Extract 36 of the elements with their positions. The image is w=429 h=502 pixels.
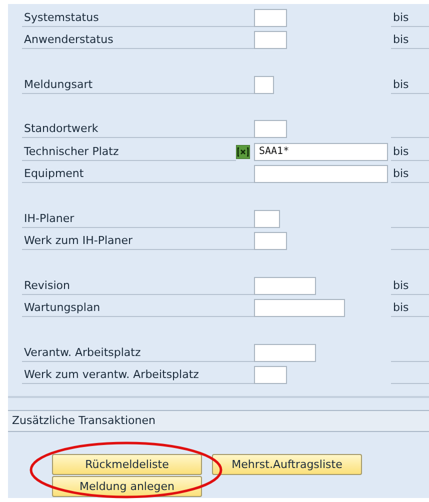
range-label: bis	[391, 78, 429, 94]
field-label: Verantw. Arbeitsplatz	[22, 346, 254, 362]
range-label: bis	[391, 301, 429, 317]
action-button[interactable]: Meldung anlegen	[52, 476, 202, 497]
range-label: bis	[391, 167, 429, 183]
input-field[interactable]	[254, 8, 287, 26]
field-label: Technischer Platz	[22, 144, 236, 160]
input-field[interactable]	[254, 76, 274, 94]
input-field[interactable]	[254, 344, 316, 362]
multiple-selection-icon[interactable]	[236, 144, 250, 158]
range-label: bis	[391, 144, 429, 160]
input-field[interactable]: SAA1*	[254, 142, 388, 160]
section-header: Zusätzliche Transaktionen	[8, 410, 429, 432]
field-label: Wartungsplan	[22, 301, 254, 317]
field-label: Werk zum IH-Planer	[22, 234, 254, 250]
field-label: Equipment	[22, 167, 254, 183]
field-label: Revision	[22, 278, 254, 294]
input-field[interactable]	[254, 299, 345, 317]
range-label: bis	[391, 33, 429, 49]
input-field[interactable]	[254, 366, 287, 384]
action-button[interactable]: Mehrst.Auftragsliste	[212, 454, 362, 475]
action-button[interactable]: Rückmeldeliste	[52, 454, 202, 475]
input-field[interactable]	[254, 276, 316, 294]
field-label: IH-Planer	[22, 212, 254, 228]
field-label: Meldungsart	[22, 78, 254, 94]
range-label: bis	[391, 10, 429, 26]
input-field[interactable]	[254, 165, 388, 183]
field-label: Werk zum verantw. Arbeitsplatz	[22, 368, 254, 384]
field-label: Anwenderstatus	[22, 33, 254, 49]
range-label: bis	[391, 278, 429, 294]
input-field[interactable]	[254, 232, 287, 250]
input-field[interactable]	[254, 31, 287, 49]
input-field[interactable]	[254, 210, 280, 228]
field-label: Systemstatus	[22, 10, 254, 26]
input-field[interactable]	[254, 120, 287, 138]
field-label: Standortwerk	[22, 122, 254, 138]
